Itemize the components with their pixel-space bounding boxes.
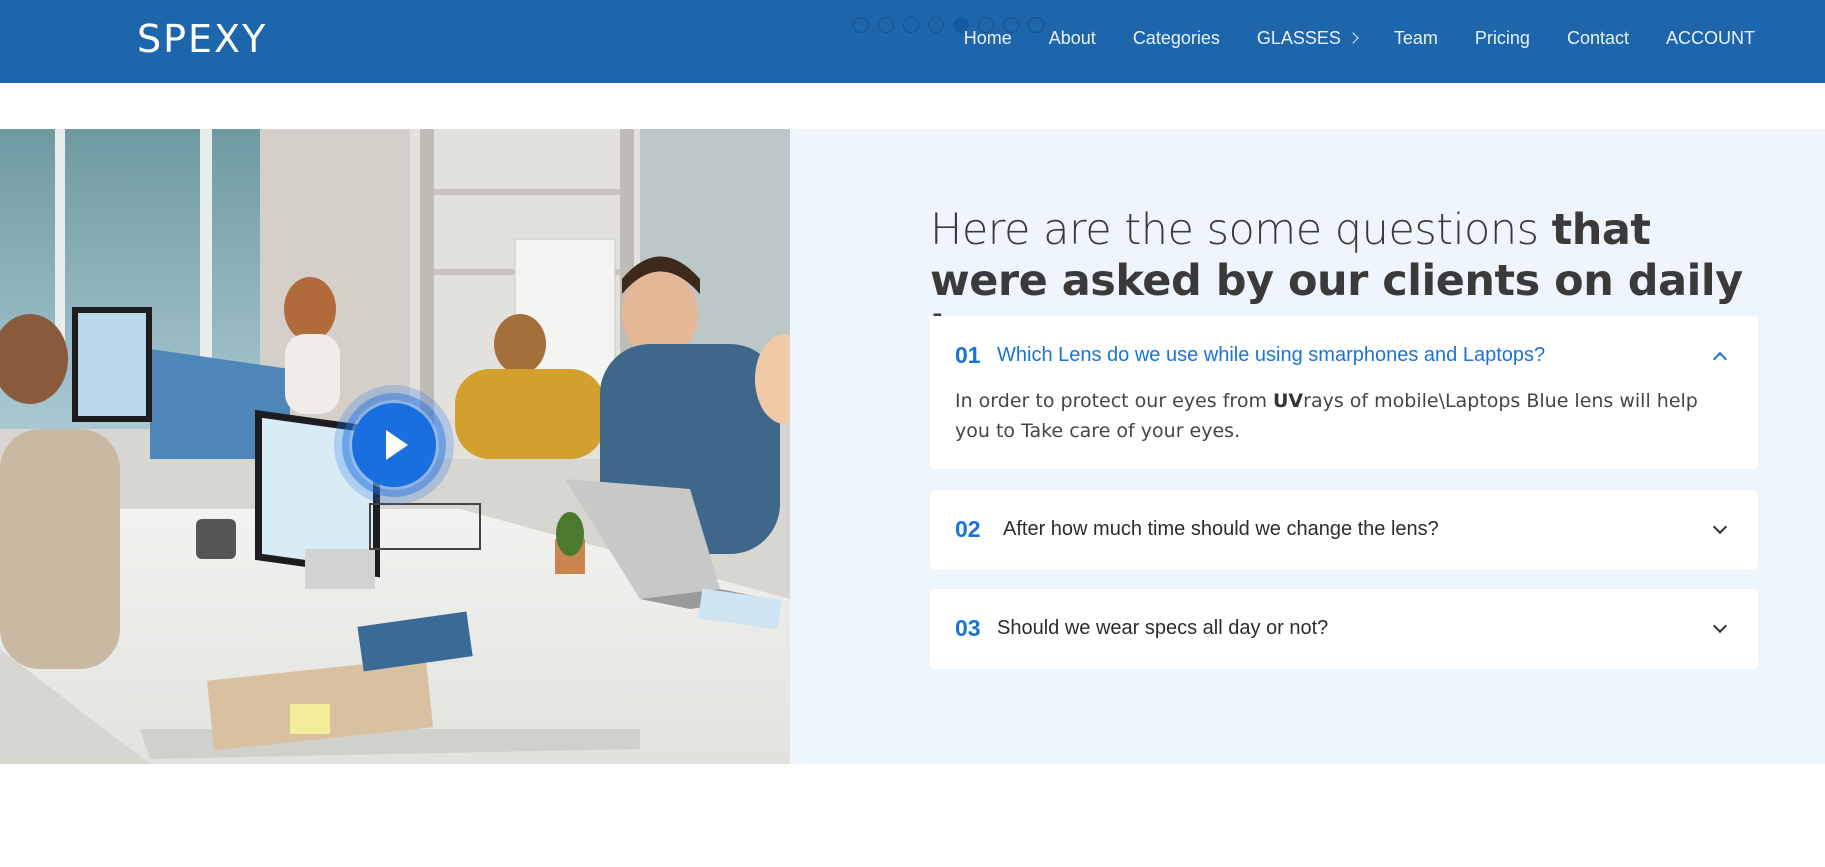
- faq-item-1: 01 Which Lens do we use while using smar…: [930, 316, 1758, 469]
- faq-question-3[interactable]: 03 Should we wear specs all day or not?: [955, 615, 1733, 642]
- site-header: SPEXY Home About Categories GLASSES Team…: [0, 0, 1825, 83]
- nav-pricing[interactable]: Pricing: [1475, 28, 1530, 49]
- slider-dot[interactable]: [878, 17, 894, 33]
- nav-home[interactable]: Home: [964, 28, 1012, 49]
- faq-answer-text: In order to protect our eyes from: [955, 390, 1273, 412]
- site-logo[interactable]: SPEXY: [137, 17, 267, 61]
- faq-section: Here are the some questions that were as…: [0, 129, 1825, 764]
- main-nav: Home About Categories GLASSES Team Prici…: [964, 28, 1755, 49]
- nav-contact[interactable]: Contact: [1567, 28, 1629, 49]
- faq-question-2[interactable]: 02 After how much time should we change …: [955, 516, 1733, 543]
- nav-account[interactable]: ACCOUNT: [1666, 28, 1755, 49]
- office-photo: [0, 129, 790, 764]
- faq-item-3: 03 Should we wear specs all day or not?: [930, 589, 1758, 669]
- faq-answer-1: In order to protect our eyes from UVrays…: [955, 386, 1728, 446]
- faq-number: 02: [955, 516, 981, 542]
- faq-question-text: Should we wear specs all day or not?: [997, 617, 1329, 639]
- chevron-down-icon[interactable]: [1712, 618, 1728, 634]
- chevron-up-icon[interactable]: [1712, 351, 1728, 366]
- nav-categories[interactable]: Categories: [1133, 28, 1220, 49]
- chevron-right-icon: [1347, 32, 1359, 44]
- slider-dot[interactable]: [928, 17, 944, 33]
- faq-number: 03: [955, 615, 981, 641]
- faq-question-text: Which Lens do we use while using smarpho…: [997, 344, 1546, 366]
- faq-item-2: 02 After how much time should we change …: [930, 490, 1758, 570]
- slider-dot[interactable]: [853, 17, 869, 33]
- faq-question-1[interactable]: 01 Which Lens do we use while using smar…: [955, 342, 1733, 369]
- chevron-down-icon[interactable]: [1712, 519, 1728, 535]
- slider-dot[interactable]: [903, 17, 919, 33]
- nav-about[interactable]: About: [1049, 28, 1096, 49]
- play-video-button[interactable]: [334, 385, 454, 505]
- faq-number: 01: [955, 342, 981, 368]
- faq-question-text: After how much time should we change the…: [1003, 518, 1439, 540]
- play-icon: [386, 430, 408, 460]
- faq-answer-bold: UV: [1273, 390, 1304, 412]
- nav-glasses[interactable]: GLASSES: [1256, 28, 1359, 49]
- nav-glasses-label: GLASSES: [1256, 28, 1341, 48]
- nav-team[interactable]: Team: [1394, 28, 1438, 49]
- faq-heading-light: Here are the some questions: [930, 205, 1552, 255]
